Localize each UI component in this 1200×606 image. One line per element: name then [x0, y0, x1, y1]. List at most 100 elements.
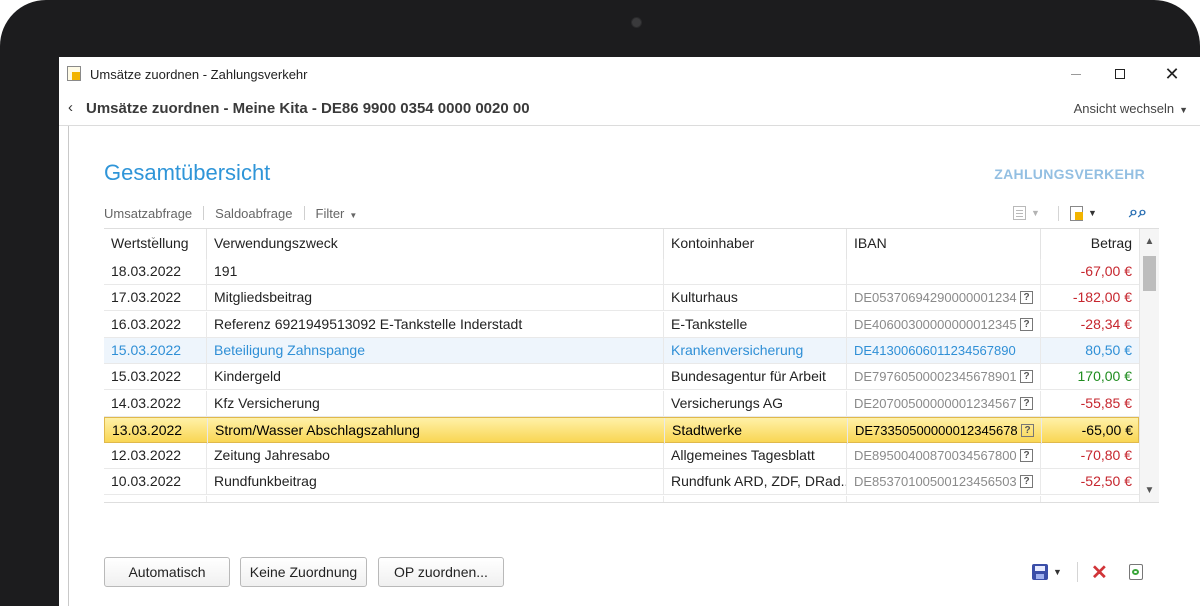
cell-amount: 80,50 € — [1040, 337, 1139, 364]
cell-date-text: 17.03.2022 — [111, 289, 182, 306]
window-title: Umsätze zuordnen - Zahlungsverkehr — [90, 67, 308, 82]
cell-purpose-text: Kindergeld — [214, 368, 281, 385]
button-divider — [1077, 562, 1078, 582]
cell-purpose-text: Zeitung Jahresabo — [214, 447, 330, 464]
cell-date: 10.03.2022 — [104, 469, 206, 495]
cell-date: 14.03.2022 — [104, 391, 206, 417]
recycle-bin-icon — [1129, 564, 1143, 580]
cell-holder: Versicherungs AG — [663, 390, 846, 417]
table-row[interactable]: 15.03.2022 Beteiligung Zahnspange Krankenv… — [104, 337, 1139, 364]
section-label: ZAHLUNGSVERKEHR — [994, 166, 1145, 182]
cell-holder — [663, 259, 846, 285]
info-icon[interactable]: ? — [1020, 501, 1033, 502]
info-icon[interactable]: ? — [1020, 396, 1033, 410]
cell-holder-text: Allgemeines Tagesblatt — [671, 447, 815, 464]
scroll-down-icon[interactable]: ▼ — [1140, 482, 1159, 500]
save-icon — [1032, 564, 1048, 580]
cell-amount: -65,00 € — [1041, 417, 1140, 444]
cell-purpose-text: Mitgliedsbeitrag — [214, 289, 313, 306]
cell-date: 15.03.2022 — [104, 364, 206, 390]
cell-holder: Krankenversicherung — [663, 337, 846, 364]
cell-holder: Biomarkt — [663, 495, 846, 502]
cell-holder-text: Rundfunk ARD, ZDF, DRad... — [671, 473, 846, 490]
scroll-thumb[interactable] — [1143, 256, 1156, 291]
filter-dropdown[interactable]: Filter ▼ — [316, 206, 358, 221]
cell-purpose-text: Beteiligung Zahnspange — [214, 341, 366, 358]
back-chevron-icon[interactable]: ‹ — [68, 99, 73, 116]
cell-holder: Rundfunk ARD, ZDF, DRad... — [663, 469, 846, 496]
cell-purpose-text: Rundfunkbeitrag — [214, 473, 317, 490]
cell-amount-text: -70,80 € — [1080, 447, 1132, 464]
cell-iban: DE32430609670001234567? — [846, 495, 1040, 502]
cell-date: 16.03.2022 — [104, 312, 206, 338]
cell-holder-text: Kulturhaus — [671, 289, 738, 306]
document-button[interactable]: ▼ — [1070, 203, 1097, 223]
cell-holder-text: E-Tankstelle — [671, 315, 748, 332]
caret-down-icon: ▼ — [1088, 208, 1097, 218]
toolbar-divider — [1058, 206, 1059, 221]
cell-iban — [846, 259, 1040, 285]
column-header-kontoinhaber[interactable]: Kontoinhaber — [663, 229, 846, 259]
cell-amount-text: -28,34 € — [1080, 315, 1132, 332]
maximize-button[interactable] — [1098, 60, 1142, 88]
info-icon[interactable]: ? — [1020, 317, 1033, 331]
table-row[interactable]: 17.03.2022 Mitgliedsbeitrag Kulturhaus DE05… — [104, 285, 1139, 312]
cell-purpose: Kfz Versicherung — [206, 390, 663, 417]
cell-iban-text: DE40600300000000012345 — [854, 316, 1017, 332]
view-switch-dropdown[interactable]: Ansicht wechseln ▼ — [1074, 101, 1188, 116]
cell-purpose-text: Referenz 1609114951309392112 — [214, 500, 421, 502]
saldoabfrage-link[interactable]: Saldoabfrage — [215, 206, 292, 221]
minimize-icon — [1071, 73, 1081, 75]
save-button[interactable]: ▼ — [1032, 562, 1062, 582]
document-icon — [1070, 205, 1083, 221]
umsatzabfrage-link[interactable]: Umsatzabfrage — [104, 206, 192, 221]
column-header-iban[interactable]: IBAN — [846, 229, 1040, 259]
binoculars-icon: ⌕⌕ — [1129, 204, 1147, 221]
table-row[interactable]: 16.03.2022 Referenz 6921949513092 E-Tanks… — [104, 311, 1139, 338]
automatisch-button[interactable]: Automatisch — [104, 557, 230, 587]
cell-amount-text: -67,00 € — [1080, 263, 1132, 279]
table-row[interactable]: 10.03.2022 Rundfunkbeitrag Rundfunk ARD, Z… — [104, 469, 1139, 496]
info-icon[interactable]: ? — [1020, 370, 1033, 384]
cell-amount-text: -65,00 € — [1081, 421, 1133, 438]
cell-holder: Kulturhaus — [663, 285, 846, 312]
cell-holder-text: Krankenversicherung — [671, 341, 804, 358]
table-row[interactable]: 14.03.2022 Kfz Versicherung Versicherungs … — [104, 390, 1139, 417]
cell-date: 15.03.2022 — [104, 338, 206, 364]
table-row[interactable]: 15.03.2022 Kindergeld Bundesagentur für Ar… — [104, 364, 1139, 391]
info-icon[interactable]: ? — [1021, 423, 1034, 437]
info-icon[interactable]: ? — [1020, 449, 1033, 463]
keine-zuordnung-button[interactable]: Keine Zuordnung — [240, 557, 367, 587]
delete-button[interactable]: ✕ — [1091, 561, 1108, 584]
op-zuordnen-button[interactable]: OP zuordnen... — [378, 557, 504, 587]
cell-purpose: Rundfunkbeitrag — [206, 469, 663, 496]
table-row[interactable]: 08.03.2022 Referenz 1609114951309392112 Bi… — [104, 495, 1139, 502]
query-toolbar: Umsatzabfrage Saldoabfrage Filter ▼ — [104, 203, 357, 223]
table-row[interactable]: 13.03.2022 Strom/Wasser Abschlagszahlung S… — [104, 416, 1140, 444]
cell-iban-text: DE89500400870034567800 — [854, 448, 1017, 464]
cell-date-text: 15.03.2022 — [111, 368, 182, 385]
report-button[interactable]: ▼ — [1013, 203, 1040, 223]
cell-amount-text: -52,50 € — [1080, 473, 1132, 490]
column-header-wertstellung[interactable]: ⌄ Wertstellung — [104, 229, 206, 259]
delete-icon: ✕ — [1091, 561, 1108, 584]
vertical-scrollbar[interactable]: ▲ ▼ — [1139, 229, 1159, 502]
breadcrumb-title: Umsätze zuordnen - Meine Kita - DE86 990… — [86, 100, 530, 117]
cell-purpose: Kindergeld — [206, 364, 663, 391]
cell-iban-text: DE79760500002345678901 — [854, 369, 1017, 385]
table-row[interactable]: 12.03.2022 Zeitung Jahresabo Allgemeines T… — [104, 443, 1139, 470]
toolbar-divider — [303, 206, 305, 220]
app-window: Umsätze zuordnen - Zahlungsverkehr ✕ ‹ U… — [59, 57, 1200, 606]
info-icon[interactable]: ? — [1020, 475, 1033, 489]
search-button[interactable]: ⌕⌕ — [1129, 203, 1147, 223]
info-icon[interactable]: ? — [1020, 291, 1033, 305]
minimize-button[interactable] — [1054, 60, 1098, 88]
column-header-betrag[interactable]: Betrag — [1040, 229, 1139, 259]
recycle-bin-button[interactable] — [1129, 562, 1143, 582]
scroll-up-icon[interactable]: ▲ — [1140, 233, 1159, 251]
column-header-verwendungszweck[interactable]: Verwendungszweck — [206, 229, 663, 259]
cell-iban: DE79760500002345678901? — [846, 364, 1040, 391]
close-button[interactable]: ✕ — [1150, 60, 1194, 88]
table-row[interactable]: 18.03.2022 191 -67,00 € — [104, 259, 1139, 285]
cell-iban: DE73350500000012345678? — [847, 417, 1041, 444]
